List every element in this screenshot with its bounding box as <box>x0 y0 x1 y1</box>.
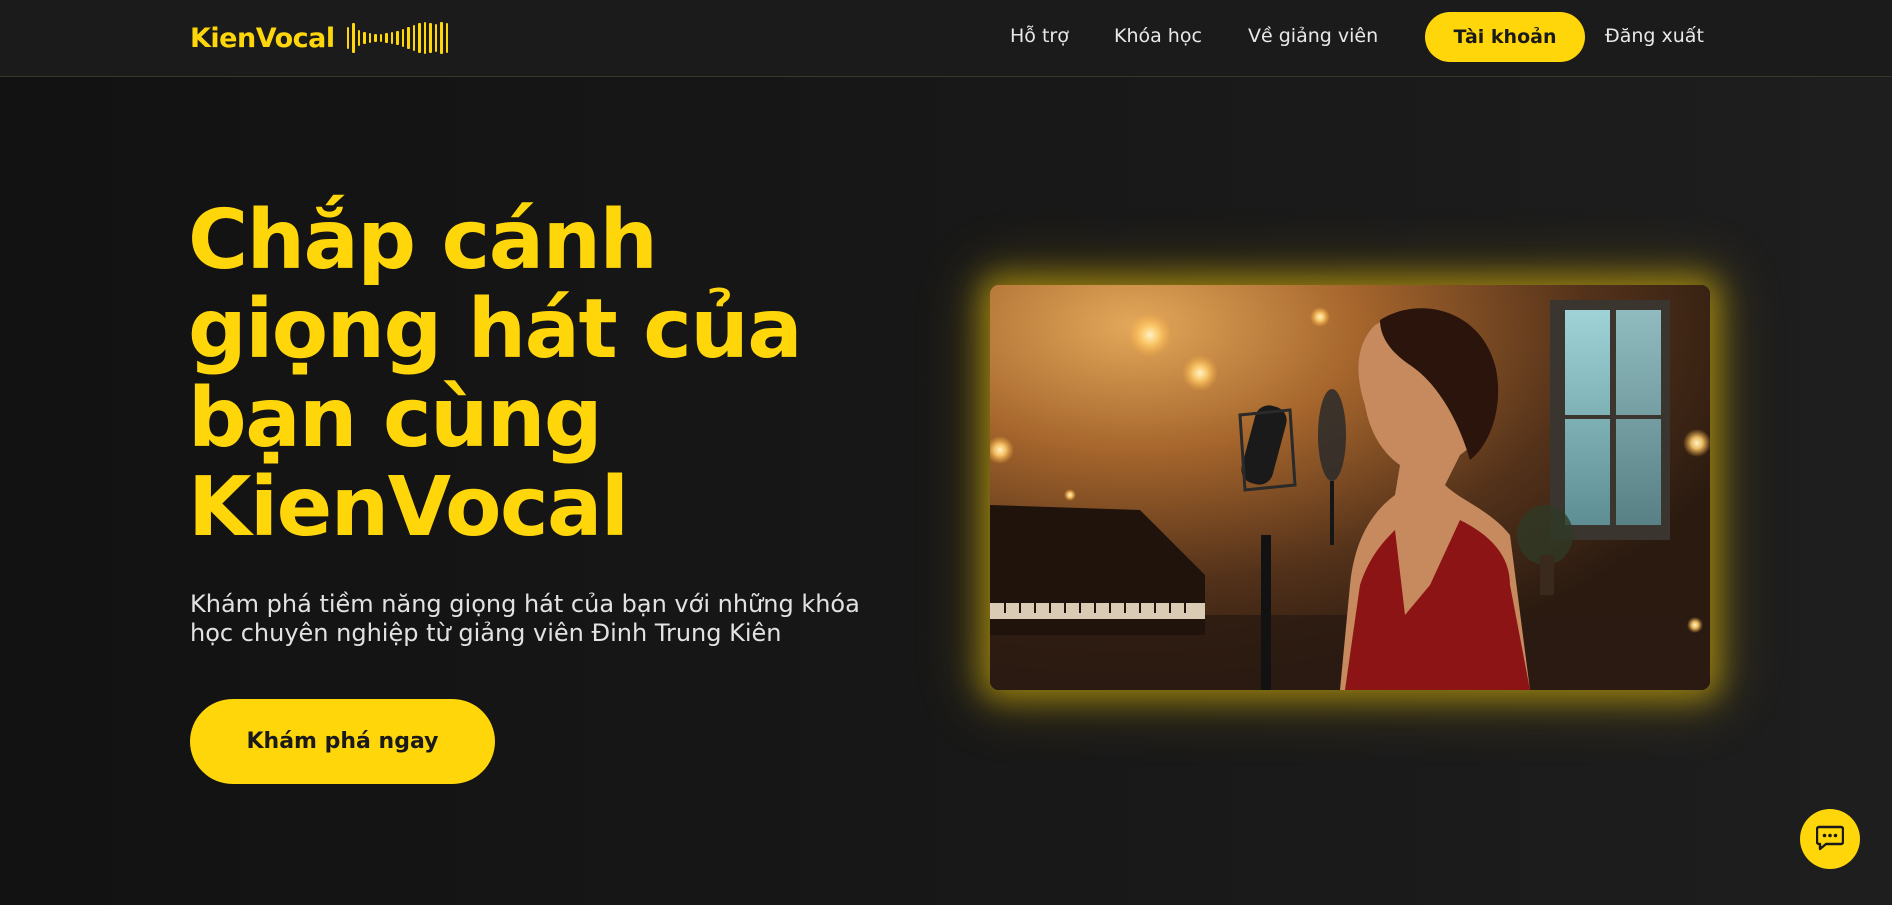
singer-studio-photo <box>990 285 1710 690</box>
hero-title-line: Chắp cánh <box>188 193 658 288</box>
soundwave-bar <box>407 27 410 49</box>
hero-title-line: KienVocal <box>188 460 629 555</box>
account-button[interactable]: Tài khoản <box>1425 12 1585 62</box>
soundwave-bar <box>429 23 432 53</box>
hero-subtitle-line: học chuyên nghiệp từ giảng viên Đinh Tru… <box>190 619 782 647</box>
hero-title-line: bạn cùng <box>188 371 603 466</box>
soundwave-bar <box>401 29 405 47</box>
site-header: KienVocal Hỗ trợ Khóa học Về giảng viên … <box>0 0 1892 77</box>
soundwave-bar <box>423 22 427 54</box>
logo-text: KienVocal <box>190 22 335 54</box>
soundwave-bar <box>390 32 394 44</box>
soundwave-bar <box>418 23 421 53</box>
logout-link[interactable]: Đăng xuất <box>1605 25 1704 47</box>
soundwave-bar <box>412 25 416 51</box>
hero-subtitle-line: Khám phá tiềm năng giọng hát của bạn với… <box>190 590 860 618</box>
hero-title-line: giọng hát của <box>188 282 803 377</box>
soundwave-bar <box>368 33 372 43</box>
soundwave-icon <box>346 22 449 54</box>
soundwave-bar <box>385 33 388 43</box>
explore-now-button[interactable]: Khám phá ngay <box>190 699 495 784</box>
soundwave-bar <box>346 27 350 49</box>
page: KienVocal Hỗ trợ Khóa học Về giảng viên … <box>0 0 1892 905</box>
soundwave-bar <box>357 30 361 46</box>
soundwave-bar <box>434 24 438 52</box>
soundwave-bar <box>379 34 383 42</box>
hero-subtitle: Khám phá tiềm năng giọng hát của bạn với… <box>190 590 910 648</box>
soundwave-bar <box>396 31 399 45</box>
soundwave-bar <box>352 23 355 53</box>
soundwave-bar <box>445 23 449 53</box>
chat-icon <box>1815 825 1845 854</box>
nav-link-support[interactable]: Hỗ trợ <box>1010 25 1069 47</box>
nav-link-courses[interactable]: Khóa học <box>1114 25 1202 47</box>
soundwave-bar <box>440 22 443 54</box>
nav-link-about-instructor[interactable]: Về giảng viên <box>1248 25 1378 47</box>
soundwave-bar <box>363 32 366 44</box>
soundwave-bar <box>374 34 377 42</box>
logo[interactable]: KienVocal <box>190 18 449 58</box>
hero-title: Chắp cánh giọng hát của bạn cùng KienVoc… <box>188 196 908 552</box>
chat-button[interactable] <box>1800 809 1860 869</box>
